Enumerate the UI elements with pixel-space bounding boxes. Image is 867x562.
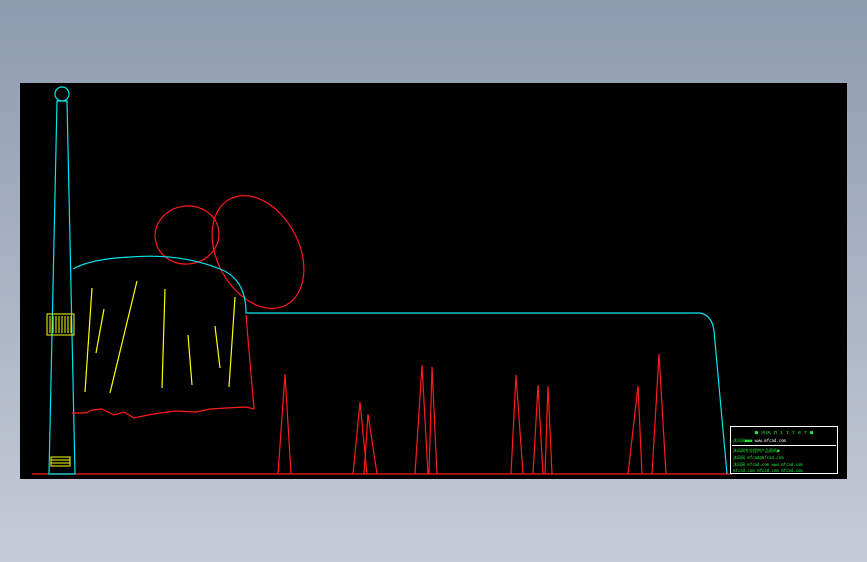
titleblock-row-3: 沐风网专业提供产品图纸■ bbox=[733, 448, 780, 453]
titleblock-row-2: 沐风网■■■ www.mfcad.com bbox=[733, 438, 835, 443]
titleblock-row-4: 沐风网 mfcad@mfcad.com bbox=[733, 455, 784, 460]
titleblock-row-6: mfcad.com mfcad.com mfcad.com bbox=[733, 468, 803, 473]
bed-post-base bbox=[50, 456, 71, 467]
bed-outline bbox=[72, 255, 728, 475]
titleblock-row-1: ■ 沐风 H i t t e r ■ bbox=[754, 431, 814, 436]
titleblock-row-2-right: www.mfcad.com bbox=[754, 438, 786, 443]
bed-post-collar bbox=[46, 313, 75, 336]
drawing-viewport[interactable]: ■ 沐风 H i t t e r ■ 沐风网■■■ www.mfcad.com … bbox=[20, 83, 847, 479]
bed-post bbox=[48, 86, 76, 475]
valance-folds bbox=[277, 353, 667, 475]
titleblock-row-5: 沐风网 mfcad.com www.mfcad.com bbox=[733, 462, 803, 467]
titleblock-row-2-left: 沐风网■■■ bbox=[733, 438, 753, 443]
canopy-folds bbox=[84, 280, 236, 394]
cad-window: { "colors": { "window_background": "#000… bbox=[0, 0, 867, 562]
pillows bbox=[154, 195, 305, 309]
title-block: ■ 沐风 H i t t e r ■ 沐风网■■■ www.mfcad.com … bbox=[730, 426, 838, 474]
titleblock-divider bbox=[732, 445, 836, 446]
bed-drawing bbox=[32, 86, 732, 475]
